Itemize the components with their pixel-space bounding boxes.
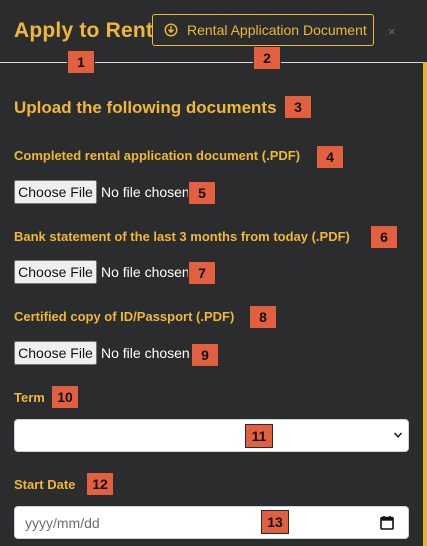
bank-statement-label: Bank statement of the last 3 months from… [14, 229, 350, 244]
badge-5: 5 [188, 181, 216, 205]
bank-statement-file-status: No file chosen [101, 264, 190, 280]
badge-11: 11 [245, 424, 273, 448]
page-title: Apply to Rent [14, 19, 154, 42]
close-icon[interactable]: × [388, 24, 396, 39]
rental-doc-file-input[interactable]: Choose File No file chosen [14, 180, 190, 204]
rental-doc-label: Completed rental application document (.… [14, 148, 301, 163]
apply-to-rent-panel: Apply to Rent Rental Application Documen… [0, 0, 427, 546]
rental-doc-choose-file-button[interactable]: Choose File [14, 180, 97, 204]
id-passport-file-status: No file chosen [101, 345, 190, 361]
rental-application-document-label: Rental Application Document [187, 22, 367, 38]
rental-doc-file-status: No file chosen [101, 184, 190, 200]
badge-8: 8 [249, 305, 277, 329]
calendar-icon[interactable] [380, 515, 394, 530]
badge-10: 10 [51, 385, 79, 409]
badge-9: 9 [191, 343, 219, 367]
rental-application-document-button[interactable]: Rental Application Document [152, 14, 374, 46]
id-passport-file-input[interactable]: Choose File No file chosen [14, 341, 190, 365]
term-select[interactable] [14, 419, 409, 452]
bank-statement-choose-file-button[interactable]: Choose File [14, 260, 97, 284]
download-circle-icon [164, 23, 178, 37]
section-title: Upload the following documents [14, 98, 277, 117]
badge-6: 6 [370, 225, 398, 249]
bank-statement-file-input[interactable]: Choose File No file chosen [14, 260, 190, 284]
start-date-placeholder: yyyy/mm/dd [25, 515, 100, 531]
badge-1: 1 [67, 50, 95, 74]
start-date-label: Start Date [14, 477, 76, 492]
chevron-down-icon [393, 432, 403, 438]
badge-12: 12 [86, 472, 114, 496]
id-passport-label: Certified copy of ID/Passport (.PDF) [14, 309, 235, 324]
id-passport-choose-file-button[interactable]: Choose File [14, 341, 97, 365]
badge-13: 13 [261, 510, 289, 534]
panel-header: Apply to Rent Rental Application Documen… [0, 0, 427, 63]
scrollbar-track[interactable] [423, 62, 427, 546]
start-date-input[interactable]: yyyy/mm/dd [14, 506, 409, 539]
badge-4: 4 [316, 145, 344, 169]
term-label: Term [14, 390, 45, 405]
badge-2: 2 [253, 46, 281, 70]
badge-3: 3 [284, 95, 312, 119]
badge-7: 7 [188, 261, 216, 285]
